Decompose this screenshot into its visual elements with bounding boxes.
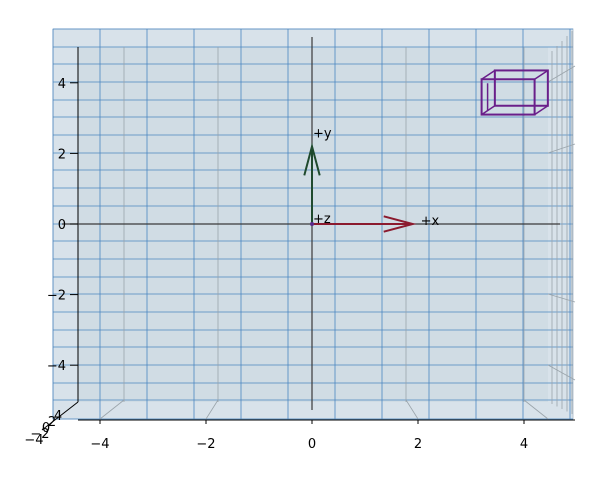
arrow-label-y: +y [313,127,332,142]
chart-3d-plot: −4 −2 0 2 4420−2−4−4−2024 +x+y+z [24,28,576,452]
y-tick-label: −4 [47,359,66,374]
x-tick-label: 2 [414,437,422,452]
x-tick-label: 4 [520,437,528,452]
x-tick-label: −4 [90,437,109,452]
x-tick-label: −2 [196,437,215,452]
y-tick-label: −2 [47,289,66,304]
x-tick-label: 0 [308,437,316,452]
arrow-label-x: +x [421,214,440,229]
arrow-label-z: +z [313,212,331,227]
y-tick-label: 0 [58,218,66,233]
y-tick-label: 2 [58,147,66,162]
y-tick-label: 4 [58,77,66,92]
z-tick-label: 4 [54,409,62,424]
